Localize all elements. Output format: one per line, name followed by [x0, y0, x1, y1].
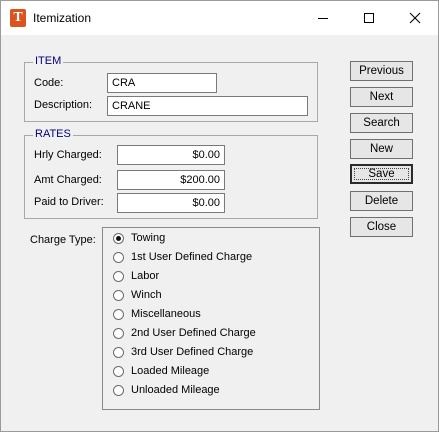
maximize-icon: [364, 13, 374, 23]
radio-button[interactable]: [113, 270, 124, 282]
itemization-window: T Itemization ITEM Code: CRA Description…: [0, 0, 439, 432]
paid-to-driver-label: Paid to Driver:: [34, 196, 104, 208]
charge-type-radio-group: Towing 1st User Defined Charge Labor Win…: [102, 227, 320, 410]
minimize-button[interactable]: [300, 1, 346, 35]
radio-miscellaneous[interactable]: Miscellaneous: [113, 306, 201, 322]
maximize-button[interactable]: [346, 1, 392, 35]
amt-charged-label: Amt Charged:: [34, 174, 102, 186]
radio-label: Winch: [131, 289, 162, 301]
radio-button[interactable]: [113, 384, 124, 396]
amt-charged-field[interactable]: $200.00: [117, 170, 225, 190]
radio-3rd-user-defined-charge[interactable]: 3rd User Defined Charge: [113, 344, 253, 360]
new-button[interactable]: New: [350, 139, 413, 159]
radio-labor[interactable]: Labor: [113, 268, 159, 284]
radio-button[interactable]: [113, 327, 124, 339]
radio-winch[interactable]: Winch: [113, 287, 162, 303]
radio-1st-user-defined-charge[interactable]: 1st User Defined Charge: [113, 249, 252, 265]
hrly-charged-field[interactable]: $0.00: [117, 145, 225, 165]
radio-loaded-mileage[interactable]: Loaded Mileage: [113, 363, 209, 379]
radio-2nd-user-defined-charge[interactable]: 2nd User Defined Charge: [113, 325, 256, 341]
radio-towing[interactable]: Towing: [113, 230, 165, 246]
radio-button[interactable]: [113, 251, 124, 263]
radio-label: 1st User Defined Charge: [131, 251, 253, 263]
radio-button[interactable]: [113, 346, 124, 358]
radio-label: Labor: [131, 270, 160, 282]
paid-to-driver-field[interactable]: $0.00: [117, 193, 225, 213]
radio-label: 3rd User Defined Charge: [131, 346, 254, 358]
rates-legend: RATES: [33, 128, 73, 140]
radio-button-checked[interactable]: [113, 232, 124, 244]
code-field[interactable]: CRA: [107, 73, 217, 93]
hrly-charged-label: Hrly Charged:: [34, 149, 102, 161]
description-label: Description:: [34, 99, 93, 111]
next-button[interactable]: Next: [350, 87, 413, 107]
radio-button[interactable]: [113, 289, 124, 301]
item-legend: ITEM: [33, 55, 64, 67]
close-icon: [409, 12, 421, 24]
radio-label: Unloaded Mileage: [131, 384, 220, 396]
radio-label: Loaded Mileage: [131, 365, 210, 377]
close-window-button[interactable]: [392, 1, 438, 35]
save-button[interactable]: Save: [350, 164, 413, 184]
previous-button[interactable]: Previous: [350, 61, 413, 81]
radio-button[interactable]: [113, 365, 124, 377]
charge-type-label: Charge Type:: [30, 234, 96, 246]
delete-button[interactable]: Delete: [350, 191, 413, 211]
radio-unloaded-mileage[interactable]: Unloaded Mileage: [113, 382, 220, 398]
radio-button[interactable]: [113, 308, 124, 320]
code-label: Code:: [34, 77, 64, 89]
radio-label: Towing: [131, 232, 166, 244]
minimize-icon: [318, 18, 328, 19]
window-title: Itemization: [33, 11, 92, 25]
description-field[interactable]: CRANE: [107, 96, 308, 116]
app-icon: T: [10, 9, 26, 27]
radio-label: Miscellaneous: [131, 308, 201, 320]
search-button[interactable]: Search: [350, 113, 413, 133]
radio-label: 2nd User Defined Charge: [131, 327, 256, 339]
close-button[interactable]: Close: [350, 217, 413, 237]
title-bar[interactable]: T Itemization: [1, 1, 438, 35]
